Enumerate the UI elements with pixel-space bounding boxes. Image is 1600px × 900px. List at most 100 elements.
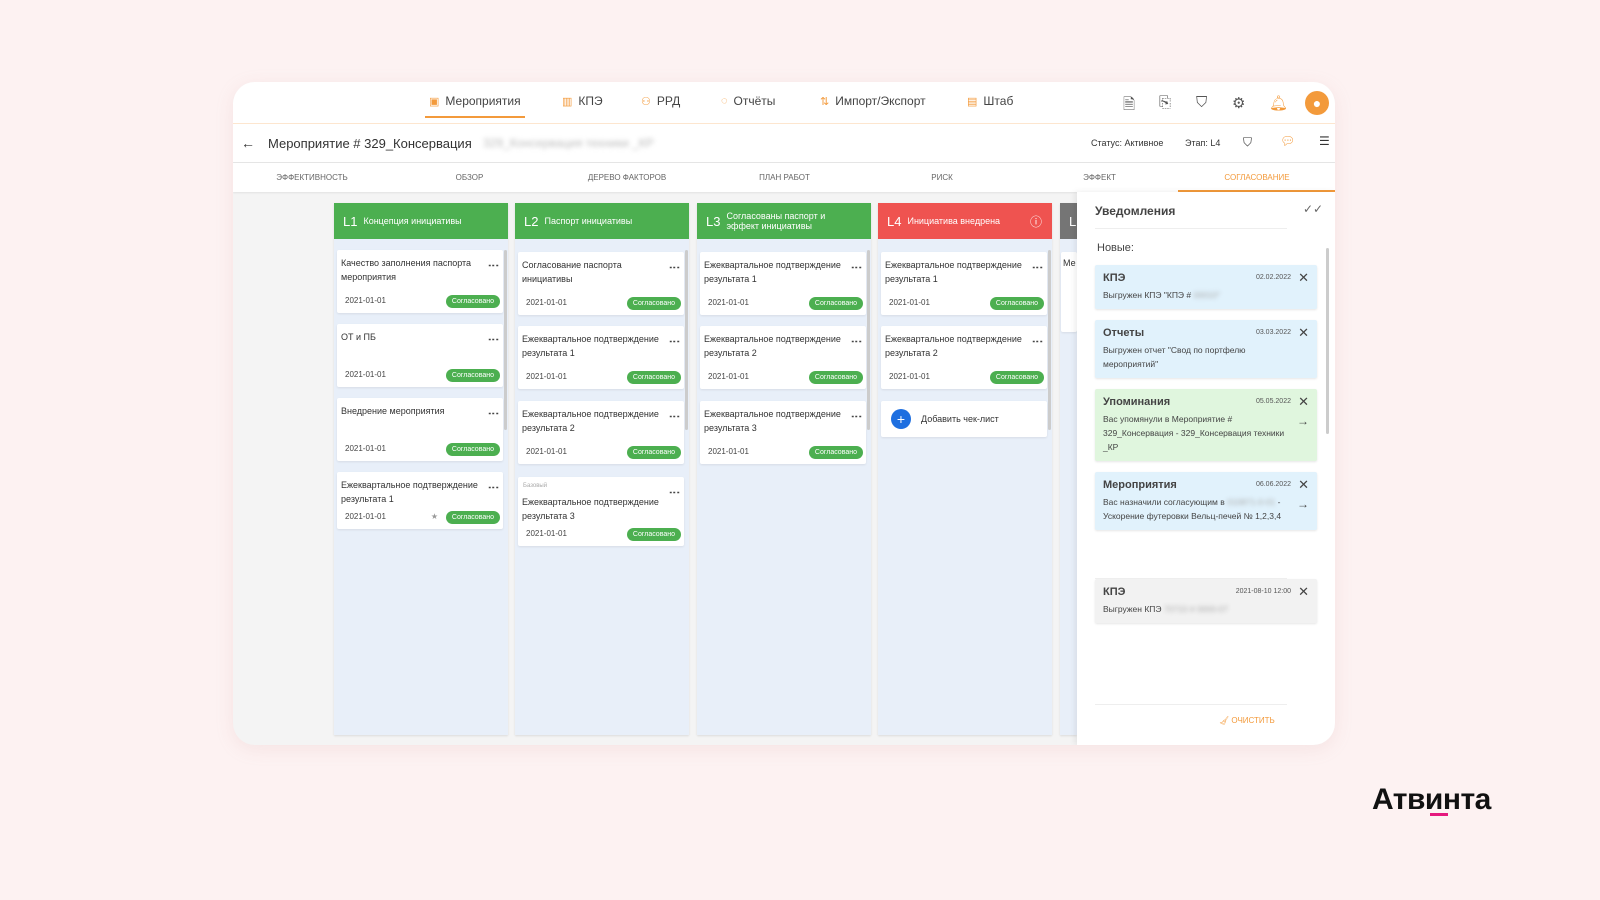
card[interactable]: Базовый Ежеквартальное подтверждение резу… — [518, 477, 684, 546]
more-icon[interactable]: ⋮ — [487, 260, 499, 271]
nav-item-3[interactable]: ◌ Отчёты — [721, 94, 775, 108]
more-icon[interactable]: ⋮ — [668, 336, 680, 347]
notifications-title: Уведомления — [1095, 204, 1176, 218]
arrow-right-icon[interactable]: → — [1297, 414, 1309, 428]
column-level: L3 — [706, 213, 721, 229]
card-date: 2021-01-01 — [345, 512, 386, 521]
notification-blurred-text: 010871-0-01 — [1227, 497, 1276, 507]
nav-item-1[interactable]: ▥ КПЭ — [562, 94, 603, 108]
notification-card[interactable]: КПЭ 2021-08-10 12:00 ✕ Выгружен КПЭ 70710 #… — [1095, 579, 1317, 623]
notification-card[interactable]: КПЭ 02.02.2022 ✕ Выгружен КПЭ "КПЭ # 00010" — [1095, 265, 1317, 309]
bookmark-icon[interactable]: ⛉ — [1243, 135, 1252, 150]
card-title: Ежеквартальное подтверждение результата … — [704, 334, 841, 358]
more-icon[interactable]: ⋮ — [487, 482, 499, 493]
tab-bar: ЭФФЕКТИВНОСТЬ ОБЗОР ДЕРЕВО ФАКТОРОВ ПЛАН РА… — [233, 163, 1335, 192]
column-header: L2 Паспорт инициативы — [515, 203, 689, 239]
nav-icon: ▤ — [967, 95, 978, 108]
notification-card[interactable]: Упоминания 05.05.2022 ✕ → Вас упомянули в Ме… — [1095, 389, 1317, 461]
arrow-right-icon[interactable]: → — [1297, 497, 1309, 511]
nav-label: Штаб — [983, 94, 1014, 108]
status-badge: Согласовано — [808, 297, 863, 310]
column-level: L — [1069, 213, 1077, 229]
tab-6[interactable]: СОГЛАСОВАНИЕ — [1178, 173, 1335, 192]
notification-date: 05.05.2022 — [1255, 398, 1291, 405]
clear-button[interactable]: 🧹︎ ОЧИСТИТЬ — [1219, 716, 1275, 725]
avatar[interactable]: ● — [1305, 91, 1329, 115]
close-icon[interactable]: ✕ — [1298, 477, 1309, 493]
column-header: L4 Инициатива внедрена ⓘ — [878, 203, 1052, 239]
more-icon[interactable]: ⋮ — [850, 411, 862, 422]
scrollbar[interactable] — [867, 250, 870, 430]
card-title: Согласование паспорта инициативы — [522, 260, 622, 284]
card[interactable]: Ежеквартальное подтверждение результата … — [700, 326, 866, 389]
notification-date: 2021-08-10 12:00 — [1235, 588, 1291, 595]
card[interactable]: Ежеквартальное подтверждение результата … — [700, 252, 866, 315]
close-icon[interactable]: ✕ — [1298, 325, 1309, 341]
more-icon[interactable]: ⋮ — [668, 487, 680, 498]
more-icon[interactable]: ⋮ — [668, 262, 680, 273]
notification-blurred-text: 70710 # 0000-07 — [1163, 604, 1229, 614]
notification-text-part: Выгружен КПЭ "КПЭ # — [1103, 290, 1194, 300]
card-title: Ежеквартальное подтверждение результата … — [341, 480, 478, 504]
tab-3[interactable]: ПЛАН РАБОТ — [706, 173, 864, 182]
notification-card[interactable]: Мероприятия 06.06.2022 ✕ → Вас назначили сог… — [1095, 472, 1317, 530]
tab-1[interactable]: ОБЗОР — [391, 173, 549, 182]
tab-4[interactable]: РИСК — [863, 173, 1021, 182]
card[interactable]: Ежеквартальное подтверждение результата … — [518, 326, 684, 389]
tab-2[interactable]: ДЕРЕВО ФАКТОРОВ — [548, 173, 706, 182]
nav-item-0[interactable]: ▣ Мероприятия — [425, 94, 525, 118]
card[interactable]: ОТ и ПБ ⋮ 2021-01-01 Согласовано — [337, 324, 503, 387]
notification-card[interactable]: Отчеты 03.03.2022 ✕ Выгружен отчет "Свод по… — [1095, 320, 1317, 378]
card[interactable]: Ежеквартальное подтверждение результата … — [337, 472, 503, 529]
card-date: 2021-01-01 — [708, 447, 749, 456]
card[interactable]: Качество заполнения паспорта мероприятия… — [337, 250, 503, 313]
card-date: 2021-01-01 — [345, 370, 386, 379]
mark-all-read-icon[interactable]: ✓✓ — [1303, 202, 1323, 216]
more-icon[interactable]: ⋮ — [1031, 262, 1043, 273]
bookmarks-icon[interactable]: ⎘ — [1159, 94, 1171, 111]
gear-icon[interactable]: ⚙ — [1232, 94, 1245, 112]
close-icon[interactable]: ✕ — [1298, 584, 1309, 600]
nav-item-2[interactable]: ⚇ РРД — [641, 94, 680, 108]
list-icon[interactable]: ☰ — [1319, 134, 1330, 148]
info-icon[interactable]: ⓘ — [1030, 213, 1042, 230]
card-date: 2021-01-01 — [889, 298, 930, 307]
scrollbar[interactable] — [1048, 250, 1051, 430]
more-icon[interactable]: ⋮ — [850, 262, 862, 273]
back-arrow-icon[interactable]: ← — [241, 135, 255, 151]
card[interactable]: Ме — [1061, 252, 1077, 332]
close-icon[interactable]: ✕ — [1298, 394, 1309, 410]
nav-icon: ⚇ — [641, 95, 651, 108]
nav-item-4[interactable]: ⇅ Импорт/Экспорт — [820, 94, 926, 108]
plus-icon: + — [891, 409, 911, 429]
card[interactable]: Внедрение мероприятия ⋮ 2021-01-01 Согласов… — [337, 398, 503, 461]
stage-label: Этап: L4 — [1185, 138, 1221, 148]
card[interactable]: Согласование паспорта инициативы ⋮ 2021-01… — [518, 252, 684, 315]
kanban-column-L4: L4 Инициатива внедрена ⓘ Ежеквартальное под… — [878, 203, 1052, 735]
shield-icon[interactable]: ⛉ — [1196, 94, 1207, 111]
more-icon[interactable]: ⋮ — [487, 334, 499, 345]
add-checklist-button[interactable]: + Добавить чек-лист — [881, 401, 1047, 437]
column-header: L1 Концепция инициативы — [334, 203, 508, 239]
bell-icon[interactable]: 🔔︎ — [1269, 94, 1288, 112]
more-icon[interactable]: ⋮ — [850, 336, 862, 347]
scrollbar[interactable] — [685, 250, 688, 430]
card-date: 2021-01-01 — [345, 296, 386, 305]
scrollbar[interactable] — [1326, 248, 1329, 434]
more-icon[interactable]: ⋮ — [668, 411, 680, 422]
tab-0[interactable]: ЭФФЕКТИВНОСТЬ — [233, 173, 391, 182]
close-icon[interactable]: ✕ — [1298, 270, 1309, 286]
notification-text-part: Выгружен КПЭ — [1103, 604, 1164, 614]
card[interactable]: Ежеквартальное подтверждение результата … — [881, 326, 1047, 389]
more-icon[interactable]: ⋮ — [487, 408, 499, 419]
card[interactable]: Ежеквартальное подтверждение результата … — [518, 401, 684, 464]
tab-5[interactable]: ЭФФЕКТ — [1021, 173, 1179, 182]
card[interactable]: Ежеквартальное подтверждение результата … — [881, 252, 1047, 315]
card-title: Ежеквартальное подтверждение результата … — [704, 260, 841, 284]
more-icon[interactable]: ⋮ — [1031, 336, 1043, 347]
nav-item-5[interactable]: ▤ Штаб — [967, 94, 1013, 108]
document-icon[interactable]: 🗎 — [1123, 94, 1135, 119]
comment-icon[interactable]: 💬︎ — [1280, 134, 1295, 148]
card[interactable]: Ежеквартальное подтверждение результата … — [700, 401, 866, 464]
scrollbar[interactable] — [504, 250, 507, 430]
